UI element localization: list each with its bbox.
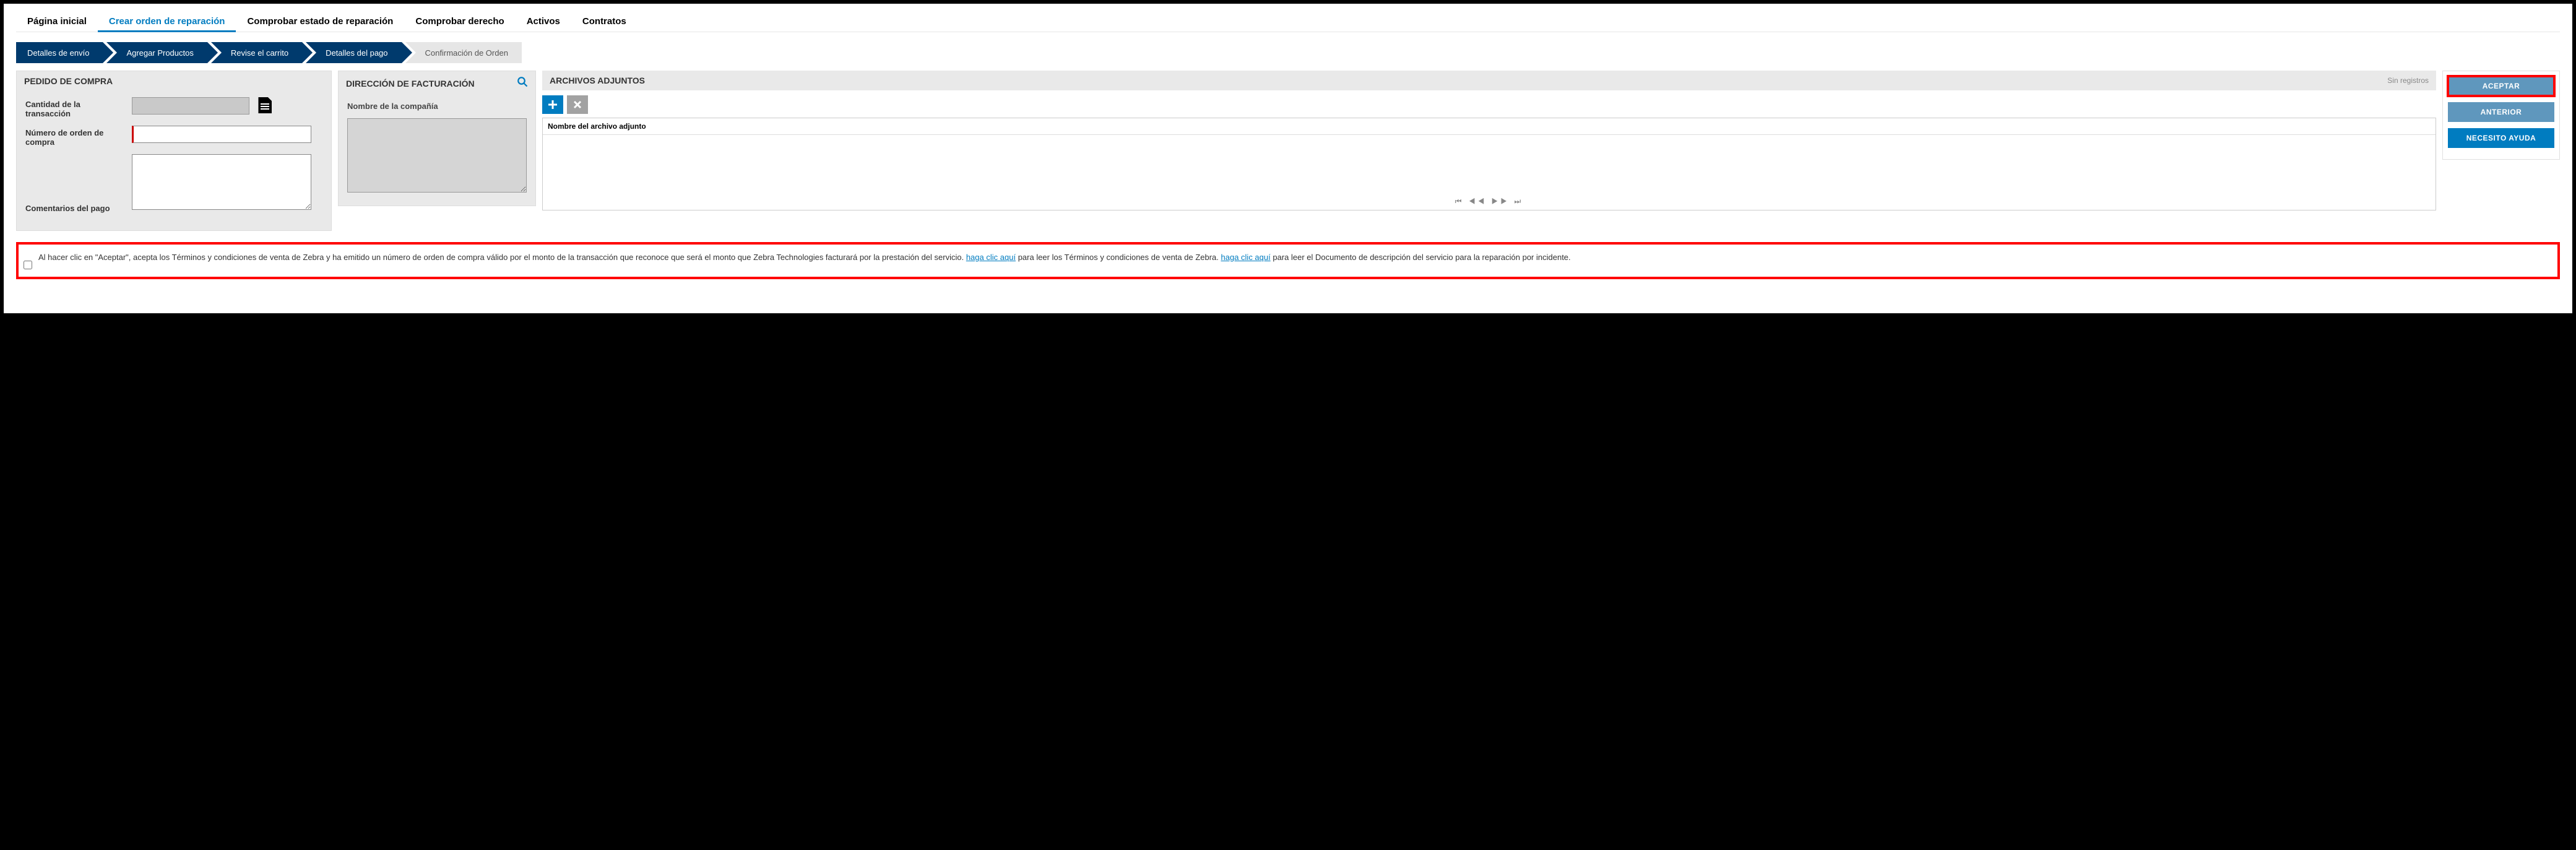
search-icon[interactable] xyxy=(517,76,528,90)
attachments-title: ARCHIVOS ADJUNTOS xyxy=(550,76,645,85)
document-icon[interactable] xyxy=(258,97,272,113)
purchase-order-panel: PEDIDO DE COMPRA Cantidad de la transacc… xyxy=(16,71,332,231)
accept-terms-checkbox[interactable] xyxy=(24,261,32,269)
terms-section: Al hacer clic en "Aceptar", acepta los T… xyxy=(16,242,2560,279)
tab-contracts[interactable]: Contratos xyxy=(571,11,638,32)
payment-comments-label: Comentarios del pago xyxy=(25,201,124,213)
tab-assets[interactable]: Activos xyxy=(516,11,571,32)
pager-first-icon[interactable]: ⏮ xyxy=(1455,197,1464,206)
transaction-amount-field xyxy=(132,97,249,115)
no-records-label: Sin registros xyxy=(2387,76,2429,85)
terms-text-2: para leer los Términos y condiciones de … xyxy=(1018,253,1221,262)
delete-attachment-button[interactable] xyxy=(567,95,588,114)
actions-panel: ACEPTAR ANTERIOR NECESITO AYUDA xyxy=(2442,71,2560,160)
billing-address-title: DIRECCIÓN DE FACTURACIÓN xyxy=(346,79,475,89)
attachment-name-column: Nombre del archivo adjunto xyxy=(543,118,2436,135)
po-number-input[interactable] xyxy=(132,126,311,143)
company-name-label: Nombre de la compañía xyxy=(347,102,527,111)
add-attachment-button[interactable] xyxy=(542,95,563,114)
terms-link-2[interactable]: haga clic aquí xyxy=(1221,253,1271,262)
attachment-list xyxy=(543,135,2436,193)
attachments-panel: ARCHIVOS ADJUNTOS Sin registros Nombre d… xyxy=(542,71,2436,210)
po-number-label: Número de orden de compra xyxy=(25,126,124,147)
wizard-steps: Detalles de envío Agregar Productos Revi… xyxy=(16,42,2560,63)
need-help-button[interactable]: NECESITO AYUDA xyxy=(2448,128,2554,148)
tab-check-repair-status[interactable]: Comprobar estado de reparación xyxy=(236,11,404,32)
terms-text: Al hacer clic en "Aceptar", acepta los T… xyxy=(38,252,1571,264)
tab-create-repair-order[interactable]: Crear orden de reparación xyxy=(98,11,236,32)
transaction-amount-label: Cantidad de la transacción xyxy=(25,97,124,118)
tab-check-entitlement[interactable]: Comprobar derecho xyxy=(404,11,515,32)
terms-link-1[interactable]: haga clic aquí xyxy=(966,253,1016,262)
pager-prev-icon[interactable]: ◀◀ xyxy=(1469,197,1487,206)
terms-text-1: Al hacer clic en "Aceptar", acepta los T… xyxy=(38,253,966,262)
pager-next-icon[interactable]: ▶▶ xyxy=(1492,197,1510,206)
previous-button[interactable]: ANTERIOR xyxy=(2448,102,2554,122)
step-order-confirmation: Confirmación de Orden xyxy=(405,42,522,63)
purchase-order-title: PEDIDO DE COMPRA xyxy=(24,76,113,86)
billing-address-panel: DIRECCIÓN DE FACTURACIÓN Nombre de la co… xyxy=(338,71,536,206)
step-payment-details[interactable]: Detalles del pago xyxy=(306,42,401,63)
company-name-input[interactable] xyxy=(347,118,527,193)
terms-text-3: para leer el Documento de descripción de… xyxy=(1273,253,1570,262)
step-review-cart[interactable]: Revise el carrito xyxy=(211,42,302,63)
pager-last-icon[interactable]: ⏭ xyxy=(1514,197,1523,206)
attachment-pager[interactable]: ⏮ ◀◀ ▶▶ ⏭ xyxy=(543,193,2436,210)
step-add-products[interactable]: Agregar Productos xyxy=(106,42,207,63)
payment-comments-input[interactable] xyxy=(132,154,311,210)
top-nav: Página inicial Crear orden de reparación… xyxy=(16,9,2560,32)
accept-button[interactable]: ACEPTAR xyxy=(2448,76,2554,96)
step-shipping-details[interactable]: Detalles de envío xyxy=(16,42,103,63)
tab-home[interactable]: Página inicial xyxy=(16,11,98,32)
